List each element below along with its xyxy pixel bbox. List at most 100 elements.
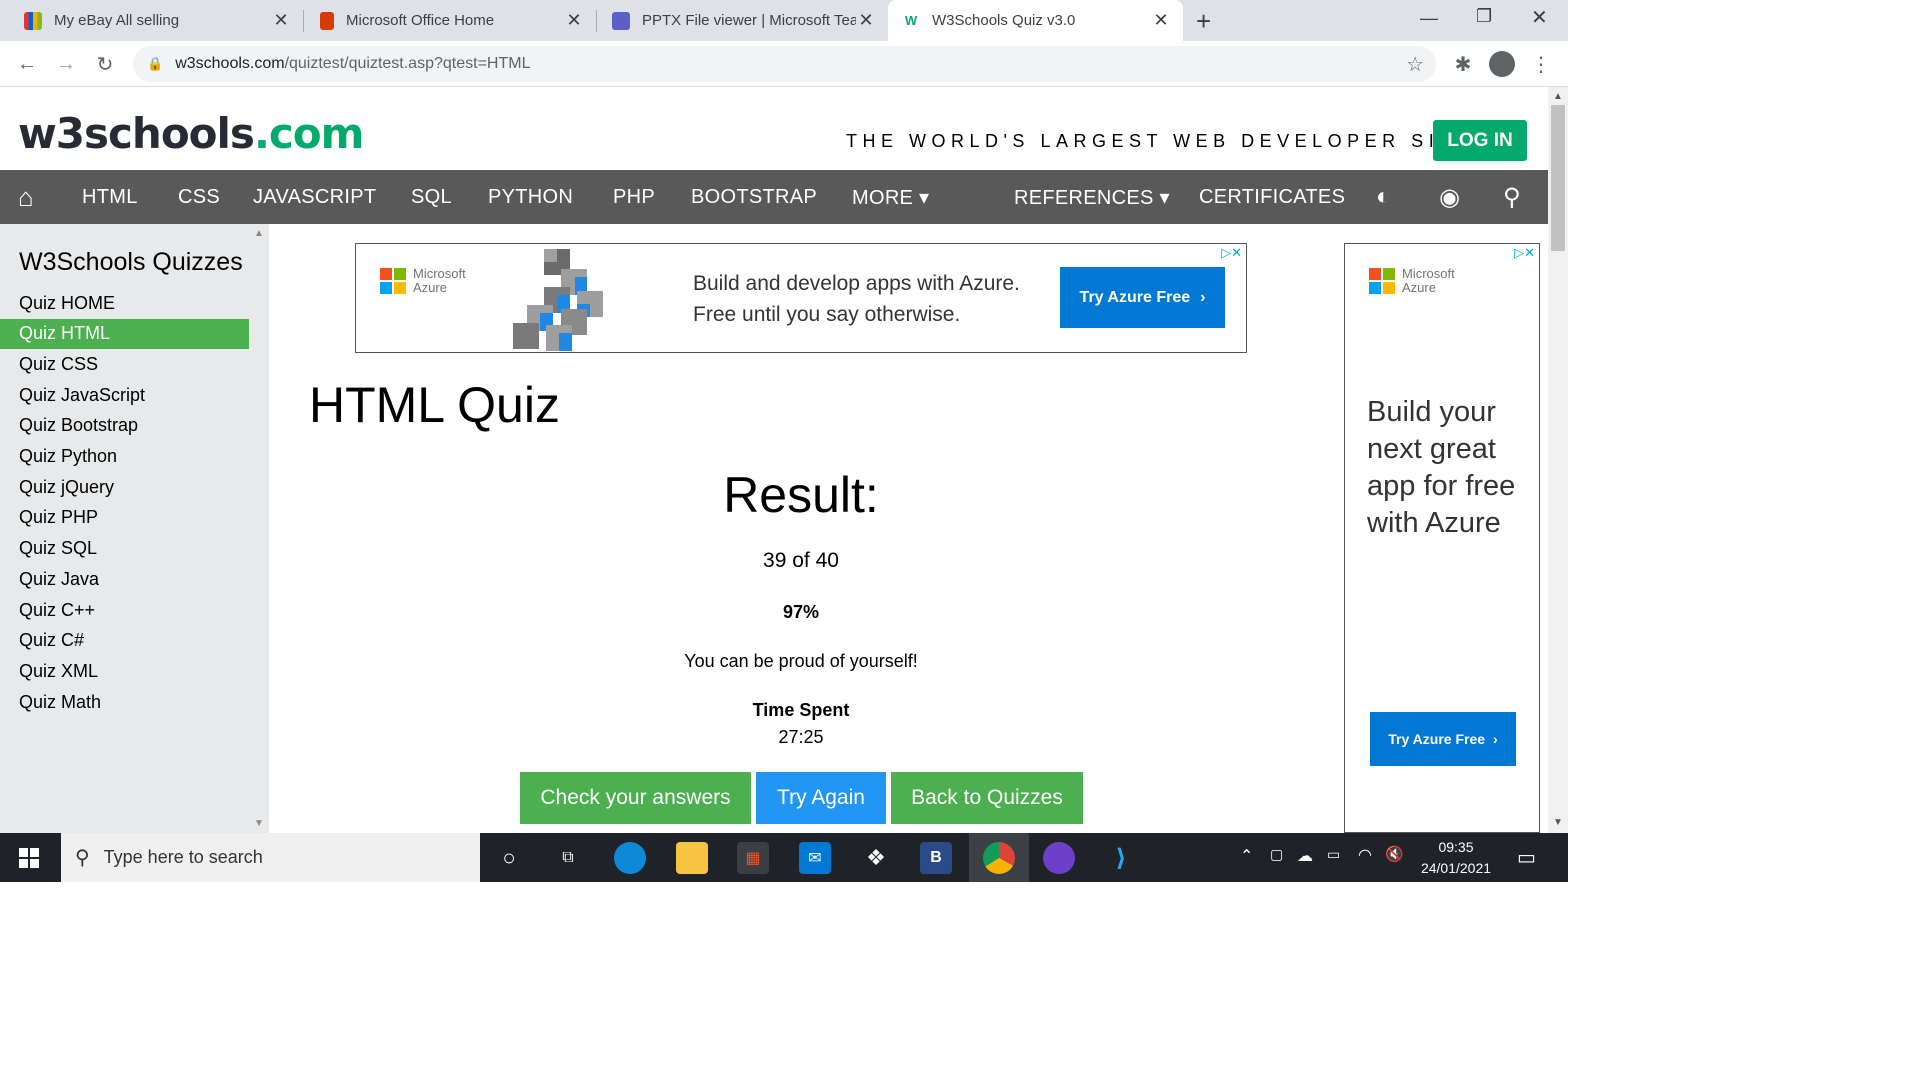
logo-main: w3schools: [18, 109, 255, 158]
scroll-down-icon[interactable]: ▼: [1553, 817, 1563, 828]
nav-references[interactable]: REFERENCES ▾: [1014, 170, 1170, 224]
globe-icon[interactable]: ◉: [1439, 170, 1460, 224]
azure-banner-ad[interactable]: Microsoft Azure Build and develop apps wi…: [355, 243, 1247, 353]
search-icon[interactable]: ⚲: [1503, 170, 1521, 224]
time-spent-value: 27:25: [778, 727, 824, 747]
microsoft-store-icon[interactable]: ▦: [737, 842, 769, 874]
sidebar-item[interactable]: Quiz HTML: [0, 318, 249, 349]
microsoft-logo-icon: [1369, 268, 1395, 294]
vscode-icon[interactable]: ⟩: [1105, 842, 1137, 874]
tab-title: My eBay All selling: [54, 12, 180, 29]
windows-start-icon[interactable]: [19, 848, 39, 868]
notifications-icon[interactable]: ▭: [1517, 845, 1536, 870]
close-window-icon[interactable]: ✕: [1531, 5, 1548, 30]
sidebar-item[interactable]: Quiz JavaScript: [0, 380, 249, 410]
dropbox-icon[interactable]: ❖: [860, 842, 892, 874]
sidebar-item[interactable]: Quiz SQL: [0, 534, 249, 564]
login-button[interactable]: LOG IN: [1433, 120, 1527, 161]
edge-browser-icon[interactable]: [614, 842, 646, 874]
browser-menu-icon[interactable]: ⋮: [1527, 50, 1555, 78]
sidebar-item[interactable]: Quiz Python: [0, 442, 249, 472]
chevron-right-icon: ›: [1200, 288, 1206, 306]
close-tab-icon[interactable]: ✕: [856, 10, 876, 31]
tray-device-icon[interactable]: ▢: [1270, 846, 1283, 863]
sidebar-item[interactable]: Quiz HOME: [0, 288, 249, 318]
restore-window-icon[interactable]: ❐: [1476, 6, 1492, 27]
sidebar-item[interactable]: Quiz Math: [0, 687, 249, 717]
check-answers-button[interactable]: Check your answers: [520, 772, 751, 824]
new-tab-button[interactable]: +: [1196, 6, 1211, 37]
minimize-window-icon[interactable]: —: [1420, 8, 1438, 29]
sidebar-item[interactable]: Quiz Java: [0, 564, 249, 594]
w3schools-logo[interactable]: w3schools.com: [18, 109, 364, 158]
browser-tab[interactable]: PPTX File viewer | Microsoft Team ✕: [588, 0, 888, 41]
adchoices-icon[interactable]: ▷✕: [1221, 245, 1242, 261]
browser-tab[interactable]: Microsoft Office Home ✕: [296, 0, 596, 41]
browser-tab-active[interactable]: W W3Schools Quiz v3.0 ✕: [888, 0, 1183, 41]
reload-icon[interactable]: ↻: [91, 50, 119, 78]
address-bar[interactable]: 🔒 w3schools.com/quiztest/quiztest.asp?qt…: [133, 46, 1436, 82]
battery-icon[interactable]: ▭: [1327, 846, 1340, 863]
sidebar-item[interactable]: Quiz C#: [0, 626, 249, 656]
sidebar-item[interactable]: Quiz CSS: [0, 349, 249, 379]
close-tab-icon[interactable]: ✕: [564, 10, 584, 31]
nav-javascript[interactable]: JAVASCRIPT: [253, 170, 376, 224]
sidebar-item[interactable]: Quiz jQuery: [0, 472, 249, 502]
b-app-icon[interactable]: B: [920, 842, 952, 874]
dark-mode-toggle-icon[interactable]: ◐: [1376, 170, 1391, 224]
ad-line2: Free until you say otherwise.: [693, 303, 961, 326]
cta-label: Try Azure Free: [1388, 731, 1486, 747]
volume-muted-icon[interactable]: 🔇: [1385, 845, 1404, 863]
result-heading: Result:: [723, 467, 879, 523]
adchoices-icon[interactable]: ▷✕: [1514, 245, 1535, 261]
nav-sql[interactable]: SQL: [411, 170, 452, 224]
sidebar-item[interactable]: Quiz C++: [0, 595, 249, 625]
url-host: w3schools.com: [175, 55, 285, 72]
scroll-down-icon[interactable]: ▼: [254, 818, 264, 829]
scroll-up-icon[interactable]: ▲: [254, 228, 264, 239]
cta-label: Try Azure Free: [1079, 288, 1191, 306]
sidebar-item[interactable]: Quiz PHP: [0, 503, 249, 533]
tray-chevron-up-icon[interactable]: ⌃: [1240, 846, 1253, 866]
result-message: You can be proud of yourself!: [684, 651, 918, 671]
bookmark-star-icon[interactable]: ☆: [1406, 52, 1424, 77]
nav-bootstrap[interactable]: BOOTSTRAP: [691, 170, 817, 224]
close-tab-icon[interactable]: ✕: [271, 10, 291, 31]
chrome-icon[interactable]: [983, 842, 1015, 874]
page-scrollbar[interactable]: ▲ ▼: [1548, 87, 1568, 833]
scroll-up-icon[interactable]: ▲: [1553, 91, 1563, 102]
forward-arrow-icon[interactable]: →: [52, 50, 80, 78]
nav-python[interactable]: PYTHON: [488, 170, 573, 224]
site-tagline: THE WORLD'S LARGEST WEB DEVELOPER SITE: [846, 131, 1474, 151]
back-arrow-icon[interactable]: ←: [13, 50, 41, 78]
wifi-icon[interactable]: ◠: [1358, 845, 1372, 865]
task-view-icon[interactable]: ⧉: [552, 842, 584, 874]
sidebar-item[interactable]: Quiz XML: [0, 656, 249, 686]
azure-side-ad[interactable]: ▷✕ Microsoft Azure Build your next great …: [1344, 243, 1540, 833]
sidebar-item[interactable]: Quiz Bootstrap: [0, 411, 249, 441]
nav-html[interactable]: HTML: [82, 170, 138, 224]
extensions-puzzle-icon[interactable]: ✱: [1449, 50, 1477, 78]
mail-icon[interactable]: ✉: [799, 842, 831, 874]
taskbar-search[interactable]: ⚲ Type here to search: [61, 833, 480, 882]
nav-css[interactable]: CSS: [178, 170, 220, 224]
nav-certificates[interactable]: CERTIFICATES: [1199, 170, 1345, 224]
try-azure-free-button[interactable]: Try Azure Free ›: [1060, 267, 1225, 328]
try-azure-free-button[interactable]: Try Azure Free ›: [1370, 712, 1516, 766]
scrollbar-thumb[interactable]: [1551, 105, 1565, 251]
sidebar-heading: W3Schools Quizzes: [19, 248, 243, 276]
ad-brand: Microsoft Azure: [413, 267, 466, 295]
back-to-quizzes-button[interactable]: Back to Quizzes: [891, 772, 1083, 824]
taskbar-clock[interactable]: 09:35 24/01/2021: [1412, 837, 1500, 879]
home-icon[interactable]: ⌂: [18, 170, 34, 224]
nav-php[interactable]: PHP: [613, 170, 655, 224]
close-tab-icon[interactable]: ✕: [1151, 10, 1171, 31]
onedrive-cloud-icon[interactable]: ☁: [1297, 846, 1313, 866]
github-desktop-icon[interactable]: [1043, 842, 1075, 874]
try-again-button[interactable]: Try Again: [756, 772, 886, 824]
file-explorer-icon[interactable]: [676, 842, 708, 874]
profile-avatar-icon[interactable]: [1489, 51, 1515, 77]
cortana-icon[interactable]: ○: [493, 842, 525, 874]
browser-tab[interactable]: My eBay All selling ✕: [0, 0, 303, 41]
nav-more[interactable]: MORE ▾: [852, 170, 929, 224]
